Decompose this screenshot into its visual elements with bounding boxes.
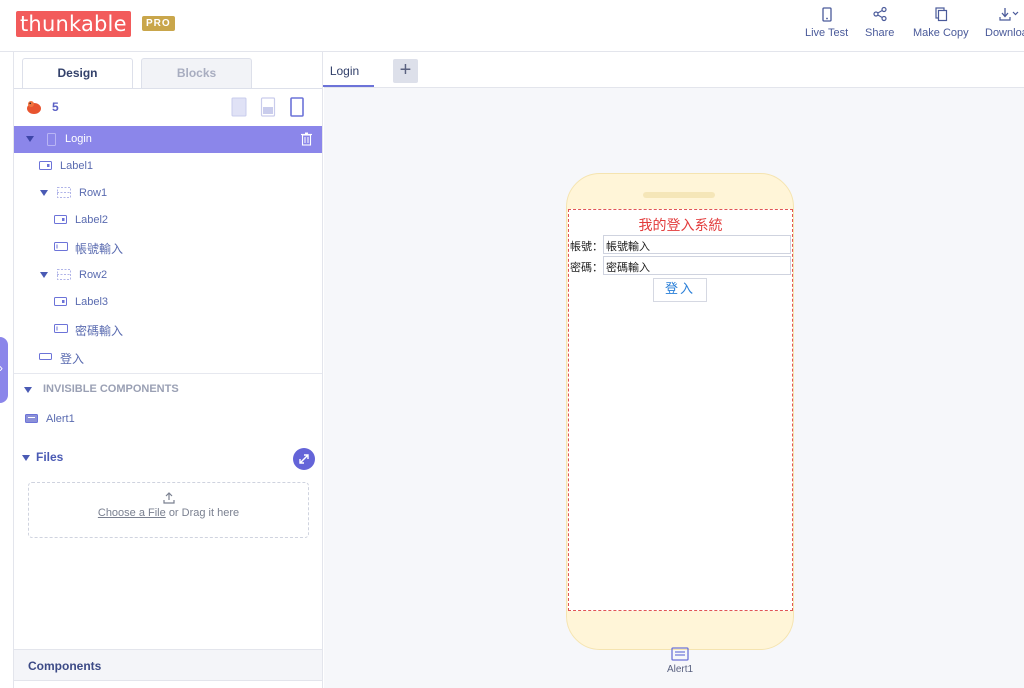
textinput-component-icon [54,324,68,333]
phone-device-icon[interactable] [289,97,305,117]
project-row: 5 [14,89,322,125]
tree-item-label: Login [65,133,92,145]
trash-icon[interactable] [301,132,312,146]
app-row-1[interactable]: 帳號： 帳號輸入 [569,235,792,254]
make-copy-button[interactable]: Make Copy [913,6,969,39]
make-copy-label: Make Copy [913,27,969,39]
row-component-icon [57,269,71,280]
tree-item-label: Label1 [60,160,94,172]
password-label[interactable]: 密碼： [570,259,603,275]
invisible-components-header[interactable]: INVISIBLE COMPONENTS [14,383,322,399]
file-dropzone[interactable]: Choose a File or Drag it here [28,482,309,538]
account-label[interactable]: 帳號： [570,238,603,254]
collapse-caret-icon[interactable] [26,136,34,142]
components-title: Components [28,659,102,673]
left-panel: Design Blocks 5 Login Label1 Row1 Label2… [13,52,323,688]
share-label: Share [865,27,895,39]
tree-item-label: 登入 [60,352,85,366]
download-button[interactable]: Download [985,6,1024,39]
project-count: 5 [52,100,59,114]
tablet-icon[interactable] [231,97,247,117]
components-bar[interactable]: Components [14,649,322,681]
tree-item-label: Row1 [79,187,108,199]
collapse-caret-icon[interactable] [40,272,48,278]
tree-item-label: Row2 [79,269,108,281]
label-component-icon [54,215,67,224]
download-icon [999,8,1019,21]
collapse-caret-icon[interactable] [24,387,32,393]
tree-item-label2[interactable]: Label2 [14,207,322,234]
canvas-alert-chip[interactable]: Alert1 [660,647,700,675]
tab-login-screen[interactable]: Login [315,60,374,87]
app-title-label[interactable]: 我的登入系統 [568,215,793,235]
screen-icon [47,133,56,146]
upload-icon [162,492,175,504]
chevron-right-icon: › [0,361,3,375]
tree-divider [14,373,322,374]
expand-arrows-icon [299,454,309,464]
screen-tabs-bar [324,52,1024,88]
live-test-button[interactable]: Live Test [805,6,848,39]
textinput-component-icon [54,242,68,251]
share-icon [873,6,887,22]
phone-speaker [643,192,715,198]
button-component-icon [39,353,52,360]
row-component-icon [57,187,71,198]
tab-blocks[interactable]: Blocks [141,58,252,88]
label-component-icon [39,161,52,170]
tree-item-label3[interactable]: Label3 [14,289,322,316]
alert-icon [25,414,38,423]
pro-badge: PRO [142,16,175,31]
tree-item-label: Label3 [75,296,109,308]
panel-toggle-handle[interactable]: › [0,337,8,403]
share-button[interactable]: Share [865,6,894,39]
invisible-components-title: INVISIBLE COMPONENTS [43,383,179,395]
alert-icon [671,647,689,661]
tree-item-account-input[interactable]: 帳號輸入 [14,234,322,261]
phone-icon [821,7,832,22]
tab-design[interactable]: Design [22,58,133,88]
app-row-2[interactable]: 密碼： 密碼輸入 [569,256,792,275]
files-header[interactable]: Files [14,448,322,472]
download-label: Download [985,27,1024,39]
tree-item-login-button[interactable]: 登入 [14,344,322,371]
add-screen-button[interactable]: + [393,59,418,83]
tree-item-label: Alert1 [46,413,75,425]
tree-item-alert1[interactable]: Alert1 [14,406,322,433]
collapse-caret-icon[interactable] [22,455,30,461]
thunkable-logo[interactable]: thunkable [16,11,131,37]
tree-item-row2[interactable]: Row2 [14,262,322,289]
tree-item-label1[interactable]: Label1 [14,153,322,180]
collapse-caret-icon[interactable] [40,190,48,196]
login-button[interactable]: 登入 [653,278,707,302]
account-input[interactable]: 帳號輸入 [603,235,791,254]
thunkable-beaver-icon [27,101,41,114]
expand-files-button[interactable] [293,448,315,470]
tree-item-password-input[interactable]: 密碼輸入 [14,316,322,343]
choose-file-link[interactable]: Choose a File [98,507,166,519]
canvas-alert-label: Alert1 [666,664,694,675]
tree-item-label: Label2 [75,214,109,226]
drag-hint: or Drag it here [168,507,240,519]
top-bar: thunkable PRO Live Test Share Make Copy … [0,0,1024,52]
label-component-icon [54,297,67,306]
files-title: Files [36,450,64,464]
password-input[interactable]: 密碼輸入 [603,256,791,275]
tree-item-label: 帳號輸入 [75,242,124,256]
live-test-label: Live Test [805,27,849,39]
tree-item-row1[interactable]: Row1 [14,180,322,207]
phablet-icon[interactable] [260,97,276,117]
tree-item-login[interactable]: Login [14,126,322,153]
copy-icon [935,7,947,22]
tree-item-label: 密碼輸入 [75,324,124,338]
